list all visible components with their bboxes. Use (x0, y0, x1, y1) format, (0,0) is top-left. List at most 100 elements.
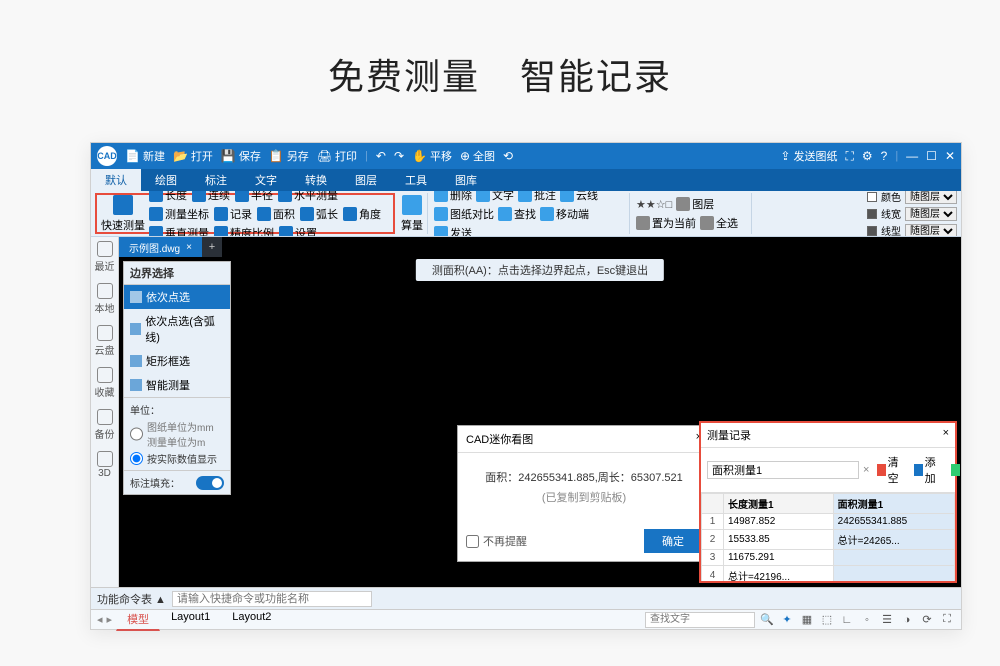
refresh-icon[interactable]: ⟲ (503, 149, 513, 163)
table-row[interactable]: 114987.852242655341.885 (702, 514, 955, 530)
ribbon-btn-角度[interactable]: 角度 (343, 205, 381, 223)
ribbon-btn-批注[interactable]: 批注 (518, 191, 556, 204)
sidebar-本地[interactable]: 本地 (95, 283, 115, 315)
add-button[interactable]: 添加 (910, 452, 943, 488)
ribbon-tab-0[interactable]: 默认 (91, 169, 141, 191)
polar-icon[interactable]: ∟ (839, 612, 855, 628)
ribbon-group-edit: 删除文字批注云线图纸对比查找移动端发送 (430, 193, 630, 234)
save-button[interactable]: 💾保存 (221, 148, 261, 164)
ribbon-btn-移动端[interactable]: 移动端 (540, 205, 589, 223)
zoom-extents-button[interactable]: ⊕全图 (460, 148, 495, 164)
ribbon-group-layer: ★★☆□ 图层置为当前全选 (632, 193, 752, 234)
regen-icon[interactable]: ⟳ (919, 612, 935, 628)
ribbon-btn-半径[interactable]: 半径 (235, 191, 273, 204)
ribbon-properties: 颜色随图层 线宽随图层 线型随图层 (867, 193, 957, 234)
color-select[interactable]: 随图层 (905, 191, 957, 204)
find-text-input[interactable] (645, 612, 755, 628)
ribbon-btn-精度比例[interactable]: 精度比例 (214, 224, 274, 238)
osnap-icon[interactable]: ◦ (859, 612, 875, 628)
layout-tab-Layout1[interactable]: Layout1 (160, 608, 221, 631)
layout-next-icon[interactable]: ▸ (107, 613, 113, 626)
ribbon-tab-5[interactable]: 图层 (341, 169, 391, 191)
ribbon-tab-6[interactable]: 工具 (391, 169, 441, 191)
color-swatch[interactable] (867, 192, 877, 202)
sidebar-3D[interactable]: 3D (97, 451, 113, 479)
ribbon-btn-文字[interactable]: 文字 (476, 191, 514, 204)
layout-tab-模型[interactable]: 模型 (116, 608, 160, 631)
ribbon-btn-记录[interactable]: 记录 (214, 205, 252, 223)
dialog-ok-button[interactable]: 确定 (644, 529, 702, 553)
ribbon-btn-查找[interactable]: 查找 (498, 205, 536, 223)
clear-button[interactable]: 清空 (873, 452, 906, 488)
ribbon-btn-长度[interactable]: 长度 (149, 191, 187, 204)
minimize-icon[interactable]: — (906, 149, 918, 163)
command-input[interactable] (172, 591, 372, 607)
lineweight-select[interactable]: 随图层 (905, 207, 957, 221)
ribbon-btn-测量坐标[interactable]: 测量坐标 (149, 205, 209, 223)
linetype-select[interactable]: 随图层 (905, 224, 957, 238)
ribbon-tab-2[interactable]: 标注 (191, 169, 241, 191)
ribbon-tab-4[interactable]: 转换 (291, 169, 341, 191)
ribbon-btn-面积[interactable]: 面积 (257, 205, 295, 223)
quick-measure-button[interactable]: 快速测量 (101, 194, 145, 234)
ribbon-btn-设置[interactable]: 设置 (279, 224, 317, 238)
help-icon[interactable]: ? (881, 149, 888, 163)
drawing-canvas[interactable]: 示例图.dwg × + 测面积(AA)：点击选择边界起点，Esc键退出 边界选择… (119, 237, 961, 587)
send-drawing-button[interactable]: ⇪发送图纸 (780, 148, 837, 164)
table-row[interactable]: 4总计=42196... (702, 566, 955, 582)
table-row[interactable]: 311675.291 (702, 550, 955, 566)
unit-actual-radio[interactable] (130, 451, 143, 466)
snap-icon[interactable]: ✦ (779, 612, 795, 628)
search-icon[interactable]: 🔍 (759, 612, 775, 628)
print-button[interactable]: 🖨打印 (317, 148, 357, 164)
ortho-icon[interactable]: ⬚ (819, 612, 835, 628)
layer-state[interactable]: ★★☆□ (636, 198, 672, 211)
ribbon-btn-弧长[interactable]: 弧长 (300, 205, 338, 223)
ribbon-btn-全选[interactable]: 全选 (700, 214, 738, 232)
grid-icon[interactable]: ▦ (799, 612, 815, 628)
pan-button[interactable]: ✋平移 (412, 148, 452, 164)
ribbon-btn-置为当前[interactable]: 置为当前 (636, 214, 696, 232)
ribbon-btn-图纸对比[interactable]: 图纸对比 (434, 205, 494, 223)
ribbon-btn-删除[interactable]: 删除 (434, 191, 472, 204)
sidebar-云盘[interactable]: 云盘 (95, 325, 115, 357)
ribbon-btn-连续[interactable]: 连续 (192, 191, 230, 204)
layout-prev-icon[interactable]: ◂ (97, 613, 103, 626)
maximize-icon[interactable]: ☐ (926, 149, 937, 163)
layout-tab-Layout2[interactable]: Layout2 (221, 608, 282, 631)
sidebar-备份[interactable]: 备份 (95, 409, 115, 441)
ribbon-btn-云线[interactable]: 云线 (560, 191, 598, 204)
unit-mm-radio[interactable] (130, 419, 143, 449)
close-icon[interactable]: ✕ (945, 149, 955, 163)
ribbon-btn-图层[interactable]: 图层 (676, 195, 714, 213)
measure-name-input[interactable] (707, 461, 859, 479)
sidebar-最近[interactable]: 最近 (95, 241, 115, 273)
redo-icon[interactable]: ↷ (394, 149, 404, 163)
sidebar-收藏[interactable]: 收藏 (95, 367, 115, 399)
measure-panel-close-icon[interactable]: × (943, 427, 949, 443)
calc-button[interactable]: 算量 (401, 194, 423, 234)
clear-input-icon[interactable]: × (863, 464, 869, 476)
ribbon-tab-1[interactable]: 绘图 (141, 169, 191, 191)
no-remind-checkbox[interactable]: 不再提醒 (466, 533, 527, 549)
ribbon-btn-水平测量[interactable]: 水平测量 (278, 191, 338, 204)
fill-toggle[interactable] (196, 476, 224, 490)
saveas-button[interactable]: 📋另存 (269, 148, 309, 164)
settings-icon[interactable]: ⚙ (862, 149, 873, 163)
command-list-toggle[interactable]: 功能命令表 ▲ (97, 591, 166, 607)
new-file-button[interactable]: 📄新建 (125, 148, 165, 164)
ribbon-tab-7[interactable]: 图库 (441, 169, 491, 191)
ribbon-btn-垂直测量[interactable]: 垂直测量 (149, 224, 209, 238)
color-toggle-icon[interactable]: ◑ (899, 612, 915, 628)
lineweight-toggle-icon[interactable]: ☰ (879, 612, 895, 628)
open-file-button[interactable]: 📂打开 (173, 148, 213, 164)
expand-icon[interactable]: ⛶ (845, 149, 853, 164)
fullscreen-icon[interactable]: ⛶ (939, 612, 955, 628)
ribbon-btn-发送[interactable]: 发送 (434, 224, 472, 238)
table-row[interactable]: 215533.85总计=24265... (702, 530, 955, 550)
ribbon-tab-3[interactable]: 文字 (241, 169, 291, 191)
marketing-title: 免费测量智能记录 (0, 48, 1000, 100)
export-button[interactable]: 导出 (947, 452, 961, 488)
measure-grid[interactable]: 长度测量1面积测量1 114987.852242655341.885215533… (701, 493, 955, 581)
undo-icon[interactable]: ↶ (376, 149, 386, 163)
